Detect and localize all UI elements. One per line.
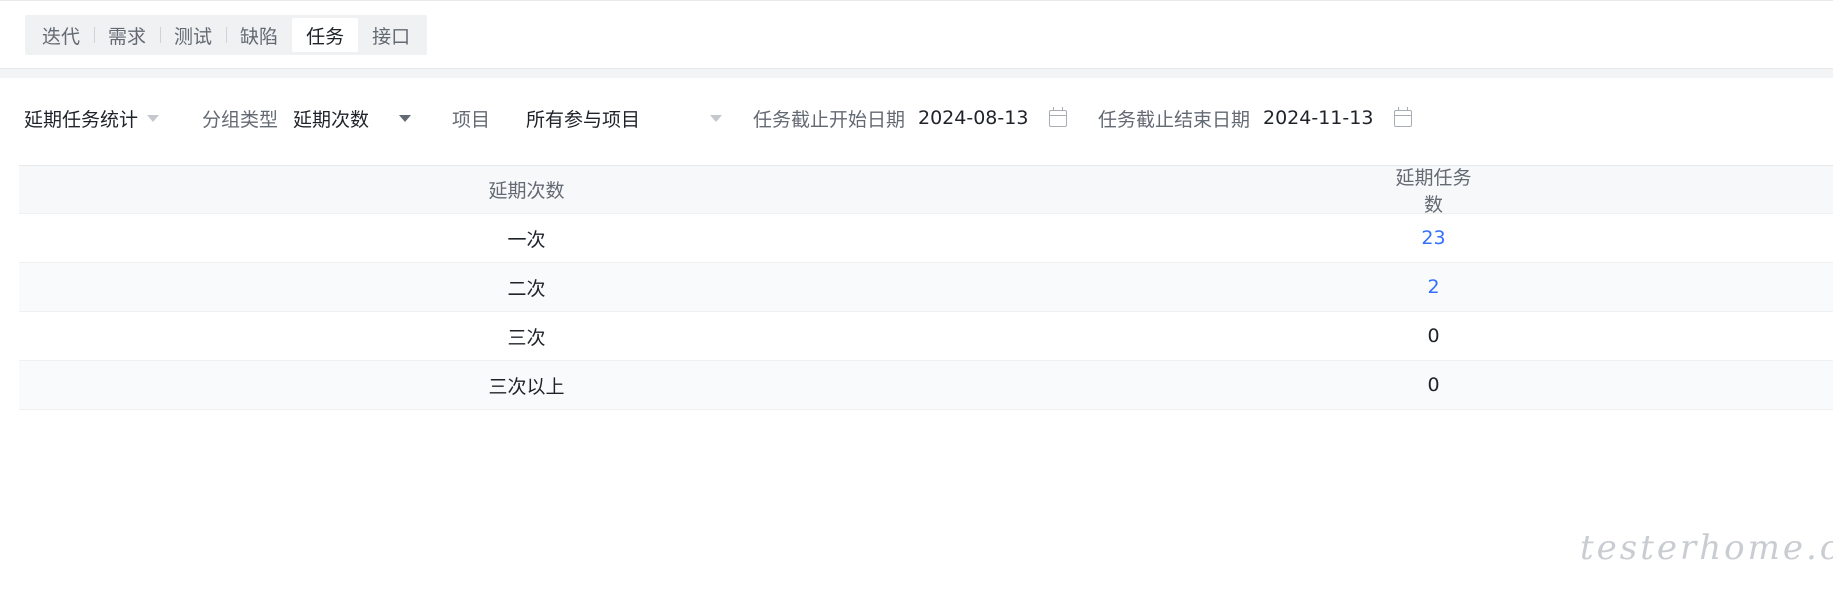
table-row: 二次 2 [19, 263, 1833, 312]
end-date-value: 2024-11-13 [1263, 107, 1374, 129]
row-label: 一次 [507, 228, 546, 251]
project-select[interactable]: 所有参与项目 [526, 98, 723, 138]
section-divider [0, 68, 1833, 78]
chevron-down-icon [710, 114, 723, 122]
row-label: 二次 [507, 277, 546, 300]
end-date-filter: 任务截止结束日期 [1098, 98, 1250, 138]
project-filter: 项目 [452, 98, 490, 138]
table-row: 一次 23 [19, 214, 1833, 263]
project-value: 所有参与项目 [526, 108, 641, 131]
start-date-picker[interactable]: 2024-08-13 [918, 98, 1068, 138]
tab-task[interactable]: 任务 [292, 18, 359, 52]
column-header-task-count: 延期任务数 [1395, 166, 1472, 216]
end-date-picker[interactable]: 2024-11-13 [1263, 98, 1413, 138]
group-type-value: 延期次数 [293, 108, 370, 131]
group-type-label: 分组类型 [202, 108, 279, 131]
delay-stats-table: 延期次数 延期任务数 一次 23 二次 2 三次 0 三次以上 0 [19, 165, 1833, 410]
task-count-link[interactable]: 2 [1389, 276, 1479, 298]
chevron-down-icon [147, 114, 160, 122]
task-count-link[interactable]: 23 [1389, 227, 1479, 249]
project-label: 项目 [452, 108, 491, 131]
column-header-delay-count: 延期次数 [488, 180, 565, 202]
table-header: 延期次数 延期任务数 [19, 165, 1833, 216]
tab-api[interactable]: 接口 [358, 18, 424, 52]
task-count: 0 [1427, 374, 1440, 396]
calendar-icon[interactable] [1049, 106, 1068, 127]
watermark: testerhome.com [1580, 528, 1833, 568]
calendar-icon[interactable] [1394, 106, 1413, 127]
top-border [0, 0, 1833, 1]
group-type-filter: 分组类型 [202, 98, 278, 138]
tab-test[interactable]: 测试 [160, 18, 226, 52]
start-date-label: 任务截止开始日期 [753, 108, 906, 131]
table-row: 三次以上 0 [19, 361, 1833, 410]
report-type-select[interactable]: 延期任务统计 [24, 98, 160, 138]
end-date-label: 任务截止结束日期 [1098, 108, 1251, 131]
tab-defect[interactable]: 缺陷 [226, 18, 292, 52]
row-label: 三次以上 [488, 375, 565, 398]
report-type-value: 延期任务统计 [24, 108, 139, 131]
module-tabs: 迭代 需求 测试 缺陷 任务 接口 [25, 15, 428, 55]
tab-requirement[interactable]: 需求 [94, 18, 160, 52]
chevron-down-icon [399, 114, 412, 122]
task-count: 0 [1427, 325, 1440, 347]
group-type-select[interactable]: 延期次数 [293, 98, 412, 138]
start-date-value: 2024-08-13 [918, 107, 1029, 129]
row-label: 三次 [507, 326, 546, 349]
table-row: 三次 0 [19, 312, 1833, 361]
tab-iteration[interactable]: 迭代 [28, 18, 94, 52]
start-date-filter: 任务截止开始日期 [753, 98, 905, 138]
filter-bar: 延期任务统计 分组类型 延期次数 项目 所有参与项目 任务截止开始日期 2024… [0, 98, 1833, 138]
